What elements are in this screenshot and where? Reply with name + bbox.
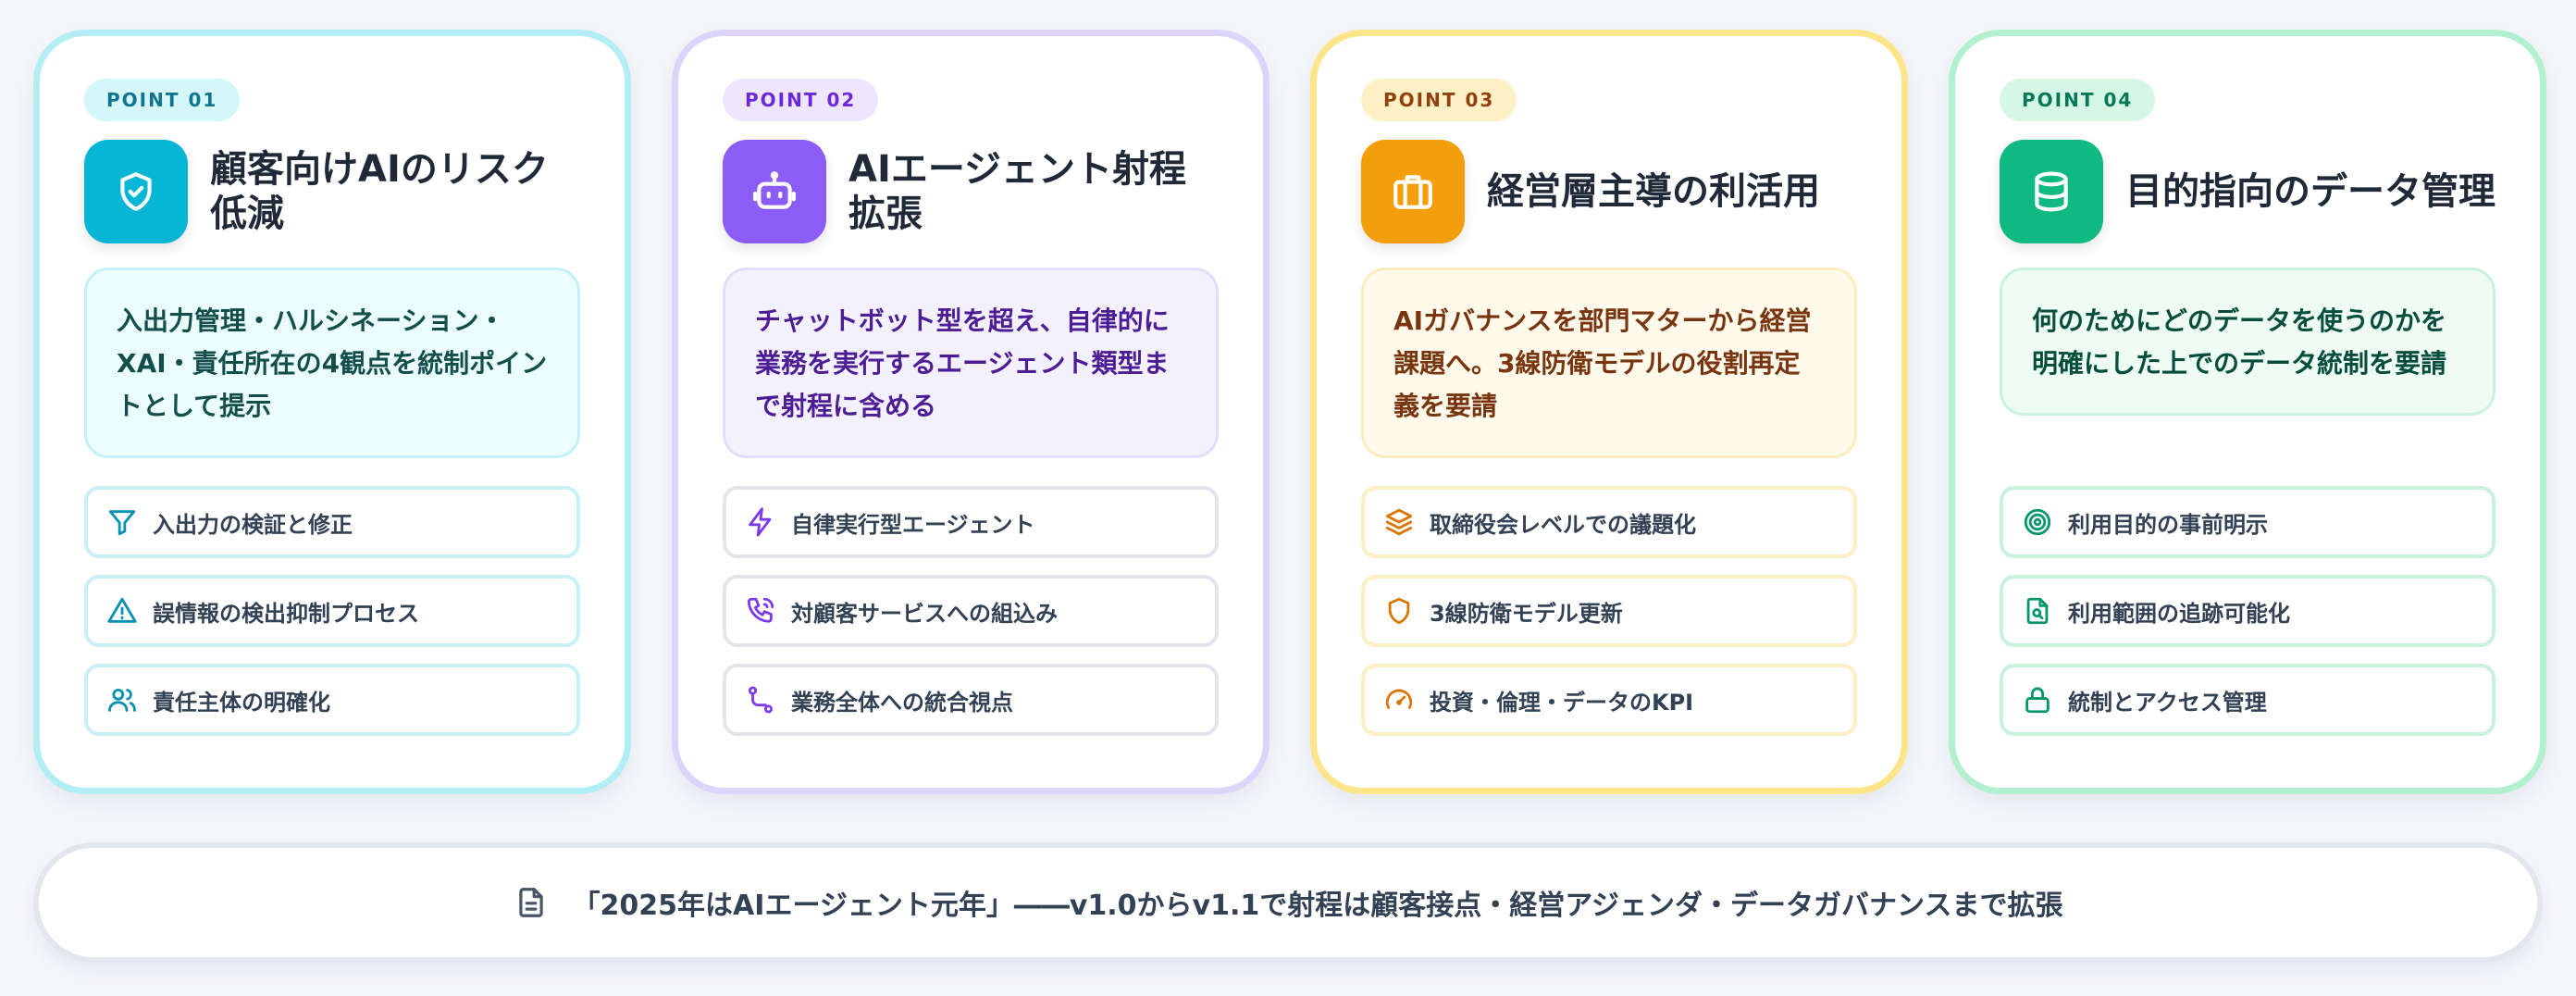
item-label: 投資・倫理・データのKPI (1430, 689, 1694, 716)
point-cards: POINT 01 顧客向けAIのリスク低減 入出力管理・ハルシネーション・XAI… (33, 30, 2546, 794)
item-label: 対顧客サービスへの組込み (791, 600, 1058, 627)
list-item: 投資・倫理・データのKPI (1361, 664, 1857, 736)
card-description: AIガバナンスを部門マターから経営課題へ。3線防衛モデルの役割再定義を要請 (1361, 268, 1857, 458)
database-icon (2000, 140, 2103, 243)
summary-board: POINT 01 顧客向けAIのリスク低減 入出力管理・ハルシネーション・XAI… (0, 0, 2576, 996)
footer-text: 「2025年はAIエージェント元年」――v1.0からv1.1で射程は顧客接点・経… (572, 890, 2063, 922)
point-badge: POINT 03 (1361, 79, 1517, 121)
list-item: 3線防衛モデル更新 (1361, 575, 1857, 647)
route-icon (748, 686, 774, 714)
point-badge: POINT 02 (723, 79, 879, 121)
point-card-03: POINT 03 経営層主導の利活用 AIガバナンスを部門マターから経営課題へ。… (1310, 30, 1908, 794)
lock-icon (2025, 687, 2050, 714)
item-label: 利用目的の事前明示 (2068, 511, 2268, 538)
card-description: 入出力管理・ハルシネーション・XAI・責任所在の4観点を統制ポイントとして提示 (84, 268, 580, 458)
point-badge: POINT 04 (2000, 79, 2156, 121)
list-item: 統制とアクセス管理 (2000, 664, 2496, 736)
list-item: 誤情報の検出抑制プロセス (84, 575, 580, 647)
list-item: 利用目的の事前明示 (2000, 486, 2496, 558)
list-item: 責任主体の明確化 (84, 664, 580, 736)
zap-icon (749, 507, 772, 537)
item-label: 3線防衛モデル更新 (1430, 600, 1623, 627)
list-item: 入出力の検証と修正 (84, 486, 580, 558)
file-search-icon (2026, 597, 2049, 625)
document-icon (518, 888, 543, 917)
point-card-02: POINT 02 AIエージェント射程拡張 チャットボット型を超え、自律的に業務… (672, 30, 1269, 794)
item-label: 取締役会レベルでの議題化 (1430, 511, 1696, 538)
card-items: 自律実行型エージェント 対顧客サービスへの組込み 業務全体への統合視点 (723, 486, 1219, 736)
list-item: 自律実行型エージェント (723, 486, 1219, 558)
phone-call-icon (747, 597, 774, 623)
item-label: 自律実行型エージェント (791, 511, 1035, 538)
target-icon (2024, 508, 2051, 536)
card-title: 目的指向のデータ管理 (2125, 170, 2496, 213)
card-description: チャットボット型を超え、自律的に業務を実行するエージェント類型まで射程に含める (723, 268, 1219, 458)
summary-footer: 「2025年はAIエージェント元年」――v1.0からv1.1で射程は顧客接点・経… (33, 842, 2543, 963)
card-items: 利用目的の事前明示 利用範囲の追跡可能化 統制とアクセス管理 (2000, 486, 2496, 736)
card-header: 目的指向のデータ管理 (2000, 140, 2496, 243)
gauge-icon (1385, 689, 1413, 709)
bot-icon (723, 140, 826, 243)
card-items: 入出力の検証と修正 誤情報の検出抑制プロセス 責任主体の明確化 (84, 486, 580, 736)
point-badge: POINT 01 (84, 79, 241, 121)
point-card-04: POINT 04 目的指向のデータ管理 何のためにどのデータを使うのかを明確にし… (1949, 30, 2546, 794)
shield-check-icon (84, 140, 188, 243)
filter-icon (108, 510, 136, 536)
card-title: 顧客向けAIのリスク低減 (210, 148, 549, 235)
item-label: 入出力の検証と修正 (153, 511, 353, 538)
alert-triangle-icon (107, 597, 137, 623)
item-label: 責任主体の明確化 (153, 689, 330, 716)
card-title: AIエージェント射程拡張 (848, 148, 1187, 235)
card-title: 経営層主導の利活用 (1487, 170, 1820, 213)
item-label: 統制とアクセス管理 (2068, 689, 2267, 716)
list-item: 業務全体への統合視点 (723, 664, 1219, 736)
list-item: 対顧客サービスへの組込み (723, 575, 1219, 647)
briefcase-icon (1361, 140, 1465, 243)
users-icon (108, 688, 136, 712)
shield-icon (1388, 597, 1410, 625)
card-header: AIエージェント射程拡張 (723, 140, 1219, 243)
item-label: 利用範囲の追跡可能化 (2068, 600, 2290, 627)
card-header: 顧客向けAIのリスク低減 (84, 140, 580, 243)
layers-icon (1385, 508, 1413, 536)
list-item: 取締役会レベルでの議題化 (1361, 486, 1857, 558)
card-items: 取締役会レベルでの議題化 3線防衛モデル更新 投資・倫理・データのKPI (1361, 486, 1857, 736)
list-item: 利用範囲の追跡可能化 (2000, 575, 2496, 647)
point-card-01: POINT 01 顧客向けAIのリスク低減 入出力管理・ハルシネーション・XAI… (33, 30, 631, 794)
item-label: 業務全体への統合視点 (791, 689, 1013, 716)
card-description: 何のためにどのデータを使うのかを明確にした上でのデータ統制を要請 (2000, 268, 2496, 416)
item-label: 誤情報の検出抑制プロセス (153, 600, 419, 627)
card-header: 経営層主導の利活用 (1361, 140, 1857, 243)
